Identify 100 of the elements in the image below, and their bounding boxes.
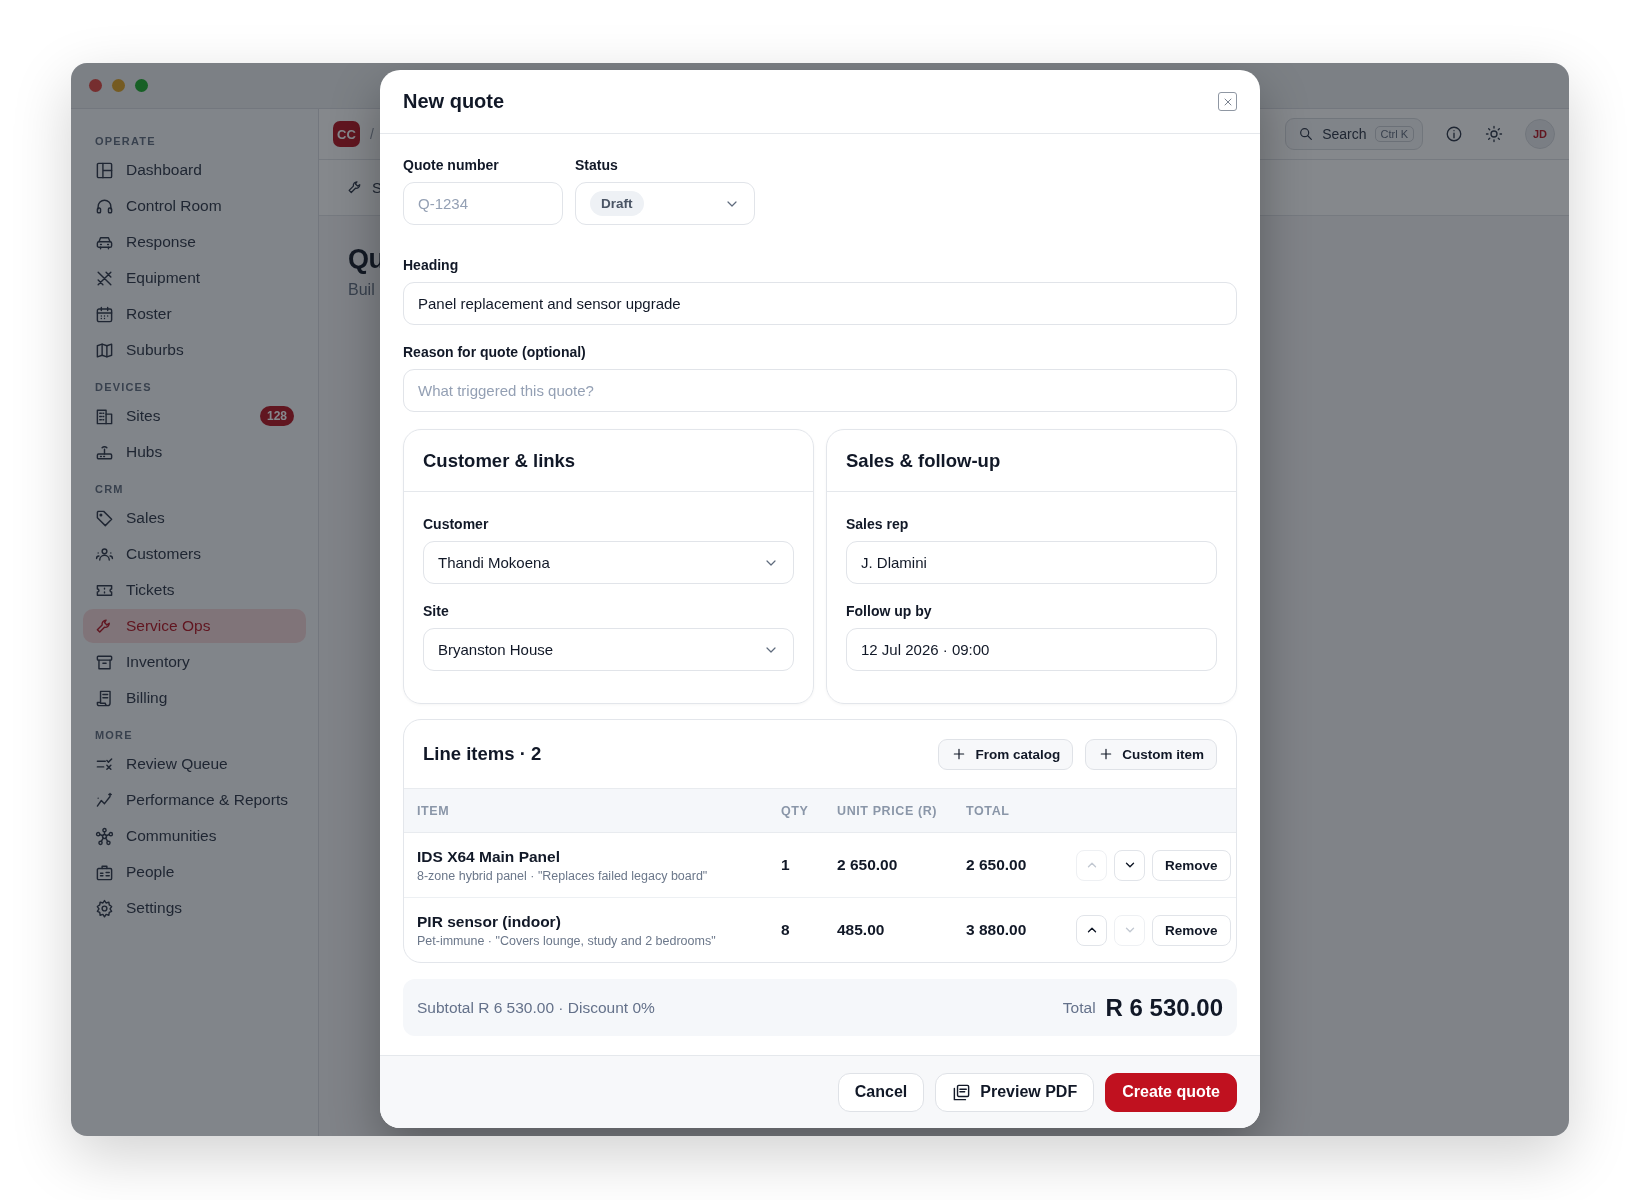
- shortcut-key: Ctrl K: [1374, 126, 1414, 142]
- sidebar-item[interactable]: Inventory: [83, 645, 306, 679]
- sidebar-item[interactable]: Billing: [83, 681, 306, 715]
- sidebar-item-label: Service Ops: [126, 617, 212, 635]
- sidebar-item-label: Hubs: [126, 443, 164, 461]
- sidebar-item[interactable]: Roster: [83, 297, 306, 331]
- sidebar-item[interactable]: Sites 128: [83, 399, 306, 433]
- sidebar-item-label: Control Room: [126, 197, 223, 215]
- breadcrumb-separator: /: [370, 126, 374, 142]
- logo[interactable]: CC: [333, 121, 360, 147]
- input-field[interactable]: J. Dlamini: [846, 541, 1217, 584]
- avatar[interactable]: JD: [1525, 119, 1555, 149]
- pdf-file-icon: [952, 1082, 972, 1102]
- sidebar-item-label: Billing: [126, 689, 169, 707]
- page-subtitle: Buil: [348, 281, 375, 299]
- sidebar-item[interactable]: Review Queue: [83, 747, 306, 781]
- field-label: Sales rep: [846, 515, 910, 533]
- headset-icon: [95, 196, 114, 216]
- input-field[interactable]: What triggered this quote?: [403, 369, 1237, 412]
- table-cell: 2 650.00: [837, 856, 898, 874]
- calendar-icon: [95, 304, 114, 324]
- add-item-button[interactable]: Custom item: [1085, 738, 1217, 770]
- search-label: Search: [1322, 126, 1367, 142]
- move-down-button[interactable]: [1114, 849, 1145, 881]
- field-label: Status: [575, 156, 619, 174]
- sidebar-item-label: Response: [126, 233, 197, 251]
- sidebar-item[interactable]: Suburbs: [83, 333, 306, 367]
- column-header: UNIT PRICE (R): [837, 803, 938, 818]
- remove-button[interactable]: Remove: [1152, 849, 1231, 881]
- field-label: Site: [423, 602, 450, 620]
- create-button[interactable]: Create quote: [1105, 1072, 1237, 1112]
- maximize-window-button[interactable]: [135, 79, 148, 92]
- preview-button[interactable]: Preview PDF: [935, 1072, 1095, 1112]
- card-title: Customer & links: [423, 449, 576, 472]
- remove-button[interactable]: Remove: [1152, 914, 1231, 946]
- select-field[interactable]: Bryanston House: [423, 628, 794, 671]
- item-description: Pet-immune · "Covers lounge, study and 2 bedrooms": [417, 933, 716, 948]
- sidebar-item[interactable]: Performance & Reports: [83, 783, 306, 817]
- sidebar-item[interactable]: Equipment: [83, 261, 306, 295]
- status-badge: Draft: [590, 191, 644, 216]
- map-icon: [95, 340, 114, 360]
- sidebar-item[interactable]: Service Ops: [83, 609, 306, 643]
- section-label: MORE: [94, 729, 134, 741]
- column-header: TOTAL: [966, 803, 1010, 818]
- tag-icon: [95, 508, 114, 528]
- sidebar-item[interactable]: Customers: [83, 537, 306, 571]
- input-field[interactable]: Q-1234: [403, 182, 563, 225]
- sidebar-item-label: Dashboard: [126, 161, 203, 179]
- sidebar-item[interactable]: Communities: [83, 819, 306, 853]
- field-label: Reason for quote (optional): [403, 343, 587, 361]
- select-field[interactable]: Thandi Mokoena: [423, 541, 794, 584]
- table-cell: 3 880.00: [966, 921, 1027, 939]
- sidebar-item-label: Equipment: [126, 269, 202, 287]
- section-label: CRM: [94, 483, 125, 495]
- input-field[interactable]: Panel replacement and sensor upgrade: [403, 282, 1237, 325]
- card-title: Line items · 2: [423, 743, 543, 765]
- sidebar-item-label: Sites: [126, 407, 162, 425]
- add-item-button[interactable]: From catalog: [938, 738, 1074, 770]
- total-label: Total: [1062, 998, 1096, 1017]
- sidebar-item[interactable]: Tickets: [83, 573, 306, 607]
- sidebar-item-label: Customers: [126, 545, 202, 563]
- sidebar-item-label: Suburbs: [126, 341, 185, 359]
- table-cell: 1: [781, 856, 790, 874]
- building-icon: [95, 406, 114, 426]
- input-field[interactable]: 12 Jul 2026 · 09:00: [846, 628, 1217, 671]
- item-name: IDS X64 Main Panel: [417, 847, 560, 866]
- sidebar-item-label: Performance & Reports: [126, 791, 289, 809]
- sidebar-item[interactable]: Sales: [83, 501, 306, 535]
- sidebar-item-label: Communities: [126, 827, 218, 845]
- field-label: Follow up by: [846, 602, 933, 620]
- cancel-button[interactable]: Cancel: [837, 1072, 925, 1112]
- table-cell: 2 650.00: [966, 856, 1027, 874]
- field-label: Quote number: [403, 156, 500, 174]
- sidebar-item[interactable]: Hubs: [83, 435, 306, 469]
- info-icon: [1445, 125, 1463, 143]
- sidebar-item[interactable]: Control Room: [83, 189, 306, 223]
- sidebar-item-label: Settings: [126, 899, 183, 917]
- sidebar-item[interactable]: Response: [83, 225, 306, 259]
- id-badge-icon: [95, 862, 114, 882]
- sidebar-item-label: Sales: [126, 509, 166, 527]
- trend-icon: [95, 790, 114, 810]
- sidebar-item-label: Review Queue: [126, 755, 229, 773]
- table-cell: 8: [781, 921, 790, 939]
- close-window-button[interactable]: [89, 79, 102, 92]
- sidebar-item[interactable]: Dashboard: [83, 153, 306, 187]
- move-up-button[interactable]: [1076, 914, 1107, 946]
- total-amount: R 6 530.00: [1105, 993, 1223, 1022]
- search-button[interactable]: Search Ctrl K: [1285, 118, 1423, 150]
- table-cell: 485.00: [837, 921, 885, 939]
- item-description: 8-zone hybrid panel · "Replaces failed legacy board": [417, 868, 708, 883]
- section-label: OPERATE: [94, 135, 157, 147]
- field-label: Customer: [423, 515, 490, 533]
- close-button[interactable]: [1218, 92, 1237, 111]
- sidebar-item[interactable]: People: [83, 855, 306, 889]
- field-label: Heading: [403, 256, 460, 274]
- layout-icon: [95, 160, 114, 180]
- status-select[interactable]: Draft: [575, 182, 755, 225]
- network-icon: [95, 826, 114, 846]
- sidebar-item[interactable]: Settings: [83, 891, 306, 925]
- minimize-window-button[interactable]: [112, 79, 125, 92]
